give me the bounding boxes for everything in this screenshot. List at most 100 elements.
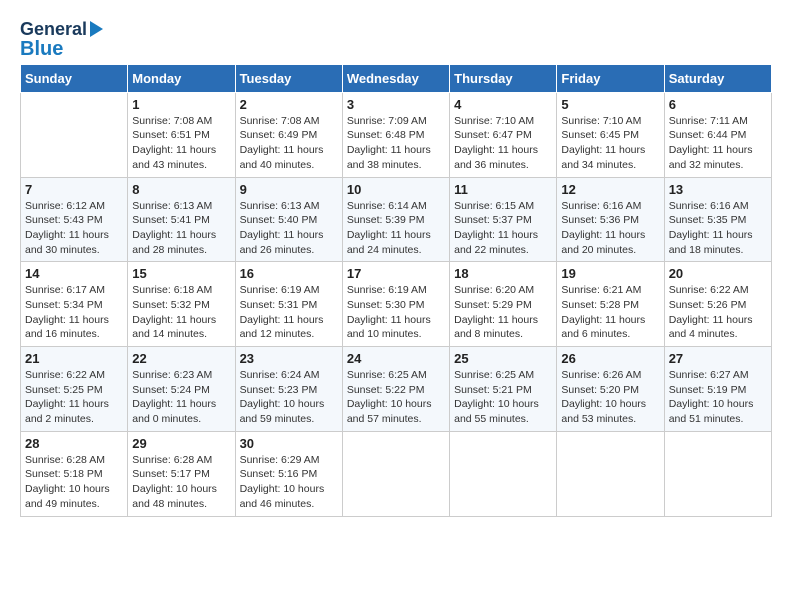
day-number: 2 xyxy=(240,97,338,112)
calendar-cell: 25 Sunrise: 6:25 AM Sunset: 5:21 PM Dayli… xyxy=(450,347,557,432)
calendar-cell: 15 Sunrise: 6:18 AM Sunset: 5:32 PM Dayli… xyxy=(128,262,235,347)
day-info: Sunrise: 6:21 AM Sunset: 5:28 PM Dayligh… xyxy=(561,283,659,342)
day-info: Sunrise: 6:18 AM Sunset: 5:32 PM Dayligh… xyxy=(132,283,230,342)
logo-arrow-icon xyxy=(90,21,103,37)
calendar-cell xyxy=(557,431,664,516)
day-number: 17 xyxy=(347,266,445,281)
header-friday: Friday xyxy=(557,64,664,92)
day-number: 20 xyxy=(669,266,767,281)
header-tuesday: Tuesday xyxy=(235,64,342,92)
day-info: Sunrise: 6:23 AM Sunset: 5:24 PM Dayligh… xyxy=(132,368,230,427)
day-info: Sunrise: 6:16 AM Sunset: 5:35 PM Dayligh… xyxy=(669,199,767,258)
calendar-cell: 6 Sunrise: 7:11 AM Sunset: 6:44 PM Daylig… xyxy=(664,92,771,177)
day-number: 19 xyxy=(561,266,659,281)
day-number: 23 xyxy=(240,351,338,366)
calendar-cell: 13 Sunrise: 6:16 AM Sunset: 5:35 PM Dayli… xyxy=(664,177,771,262)
day-number: 4 xyxy=(454,97,552,112)
logo-blue: Blue xyxy=(20,38,63,60)
day-number: 5 xyxy=(561,97,659,112)
day-info: Sunrise: 6:13 AM Sunset: 5:40 PM Dayligh… xyxy=(240,199,338,258)
day-number: 26 xyxy=(561,351,659,366)
header-wednesday: Wednesday xyxy=(342,64,449,92)
day-info: Sunrise: 6:12 AM Sunset: 5:43 PM Dayligh… xyxy=(25,199,123,258)
calendar-cell xyxy=(342,431,449,516)
calendar-cell: 20Sunrise: 6:22 AM Sunset: 5:26 PM Dayli… xyxy=(664,262,771,347)
day-number: 25 xyxy=(454,351,552,366)
day-info: Sunrise: 7:08 AM Sunset: 6:51 PM Dayligh… xyxy=(132,114,230,173)
logo: General Blue xyxy=(20,20,103,60)
calendar-cell: 11Sunrise: 6:15 AM Sunset: 5:37 PM Dayli… xyxy=(450,177,557,262)
calendar-cell xyxy=(450,431,557,516)
day-info: Sunrise: 7:10 AM Sunset: 6:47 PM Dayligh… xyxy=(454,114,552,173)
day-number: 7 xyxy=(25,182,123,197)
header-sunday: Sunday xyxy=(21,64,128,92)
calendar-cell: 18 Sunrise: 6:20 AM Sunset: 5:29 PM Dayli… xyxy=(450,262,557,347)
calendar-cell: 28 Sunrise: 6:28 AM Sunset: 5:18 PM Dayli… xyxy=(21,431,128,516)
header-thursday: Thursday xyxy=(450,64,557,92)
day-number: 15 xyxy=(132,266,230,281)
day-info: Sunrise: 6:27 AM Sunset: 5:19 PM Dayligh… xyxy=(669,368,767,427)
day-info: Sunrise: 7:08 AM Sunset: 6:49 PM Dayligh… xyxy=(240,114,338,173)
week-row-1: 1 Sunrise: 7:08 AM Sunset: 6:51 PM Daylig… xyxy=(21,92,772,177)
calendar-table: SundayMondayTuesdayWednesdayThursdayFrid… xyxy=(20,64,772,517)
calendar-cell: 19 Sunrise: 6:21 AM Sunset: 5:28 PM Dayli… xyxy=(557,262,664,347)
calendar-cell: 16Sunrise: 6:19 AM Sunset: 5:31 PM Dayli… xyxy=(235,262,342,347)
calendar-cell: 1 Sunrise: 7:08 AM Sunset: 6:51 PM Daylig… xyxy=(128,92,235,177)
calendar-cell: 17Sunrise: 6:19 AM Sunset: 5:30 PM Dayli… xyxy=(342,262,449,347)
day-info: Sunrise: 6:26 AM Sunset: 5:20 PM Dayligh… xyxy=(561,368,659,427)
calendar-cell: 5Sunrise: 7:10 AM Sunset: 6:45 PM Daylig… xyxy=(557,92,664,177)
day-number: 10 xyxy=(347,182,445,197)
calendar-cell: 24 Sunrise: 6:25 AM Sunset: 5:22 PM Dayli… xyxy=(342,347,449,432)
calendar-cell: 2 Sunrise: 7:08 AM Sunset: 6:49 PM Daylig… xyxy=(235,92,342,177)
day-number: 22 xyxy=(132,351,230,366)
header-saturday: Saturday xyxy=(664,64,771,92)
day-number: 29 xyxy=(132,436,230,451)
calendar-cell: 8 Sunrise: 6:13 AM Sunset: 5:41 PM Daylig… xyxy=(128,177,235,262)
calendar-cell: 4 Sunrise: 7:10 AM Sunset: 6:47 PM Daylig… xyxy=(450,92,557,177)
day-info: Sunrise: 6:17 AM Sunset: 5:34 PM Dayligh… xyxy=(25,283,123,342)
calendar-cell: 14 Sunrise: 6:17 AM Sunset: 5:34 PM Dayli… xyxy=(21,262,128,347)
day-info: Sunrise: 6:28 AM Sunset: 5:18 PM Dayligh… xyxy=(25,453,123,512)
day-number: 14 xyxy=(25,266,123,281)
calendar-header-row: SundayMondayTuesdayWednesdayThursdayFrid… xyxy=(21,64,772,92)
calendar-cell: 12 Sunrise: 6:16 AM Sunset: 5:36 PM Dayli… xyxy=(557,177,664,262)
day-info: Sunrise: 7:09 AM Sunset: 6:48 PM Dayligh… xyxy=(347,114,445,173)
day-info: Sunrise: 6:25 AM Sunset: 5:22 PM Dayligh… xyxy=(347,368,445,427)
day-info: Sunrise: 6:25 AM Sunset: 5:21 PM Dayligh… xyxy=(454,368,552,427)
day-number: 30 xyxy=(240,436,338,451)
calendar-cell: 27Sunrise: 6:27 AM Sunset: 5:19 PM Dayli… xyxy=(664,347,771,432)
day-number: 28 xyxy=(25,436,123,451)
calendar-cell: 21 Sunrise: 6:22 AM Sunset: 5:25 PM Dayli… xyxy=(21,347,128,432)
calendar-cell: 22 Sunrise: 6:23 AM Sunset: 5:24 PM Dayli… xyxy=(128,347,235,432)
header-monday: Monday xyxy=(128,64,235,92)
week-row-2: 7 Sunrise: 6:12 AM Sunset: 5:43 PM Daylig… xyxy=(21,177,772,262)
week-row-5: 28 Sunrise: 6:28 AM Sunset: 5:18 PM Dayli… xyxy=(21,431,772,516)
day-number: 1 xyxy=(132,97,230,112)
day-number: 12 xyxy=(561,182,659,197)
day-info: Sunrise: 6:29 AM Sunset: 5:16 PM Dayligh… xyxy=(240,453,338,512)
calendar-cell: 3 Sunrise: 7:09 AM Sunset: 6:48 PM Daylig… xyxy=(342,92,449,177)
calendar-cell xyxy=(21,92,128,177)
calendar-cell: 26 Sunrise: 6:26 AM Sunset: 5:20 PM Dayli… xyxy=(557,347,664,432)
day-info: Sunrise: 6:16 AM Sunset: 5:36 PM Dayligh… xyxy=(561,199,659,258)
day-number: 6 xyxy=(669,97,767,112)
day-info: Sunrise: 6:19 AM Sunset: 5:31 PM Dayligh… xyxy=(240,283,338,342)
calendar-cell: 10Sunrise: 6:14 AM Sunset: 5:39 PM Dayli… xyxy=(342,177,449,262)
day-number: 9 xyxy=(240,182,338,197)
day-number: 21 xyxy=(25,351,123,366)
day-number: 24 xyxy=(347,351,445,366)
day-info: Sunrise: 6:15 AM Sunset: 5:37 PM Dayligh… xyxy=(454,199,552,258)
day-info: Sunrise: 6:20 AM Sunset: 5:29 PM Dayligh… xyxy=(454,283,552,342)
day-number: 18 xyxy=(454,266,552,281)
day-number: 8 xyxy=(132,182,230,197)
day-number: 3 xyxy=(347,97,445,112)
week-row-3: 14 Sunrise: 6:17 AM Sunset: 5:34 PM Dayli… xyxy=(21,262,772,347)
calendar-cell: 23Sunrise: 6:24 AM Sunset: 5:23 PM Dayli… xyxy=(235,347,342,432)
day-info: Sunrise: 6:28 AM Sunset: 5:17 PM Dayligh… xyxy=(132,453,230,512)
day-info: Sunrise: 6:13 AM Sunset: 5:41 PM Dayligh… xyxy=(132,199,230,258)
calendar-cell: 7 Sunrise: 6:12 AM Sunset: 5:43 PM Daylig… xyxy=(21,177,128,262)
day-number: 13 xyxy=(669,182,767,197)
day-info: Sunrise: 7:11 AM Sunset: 6:44 PM Dayligh… xyxy=(669,114,767,173)
day-info: Sunrise: 6:22 AM Sunset: 5:25 PM Dayligh… xyxy=(25,368,123,427)
week-row-4: 21 Sunrise: 6:22 AM Sunset: 5:25 PM Dayli… xyxy=(21,347,772,432)
